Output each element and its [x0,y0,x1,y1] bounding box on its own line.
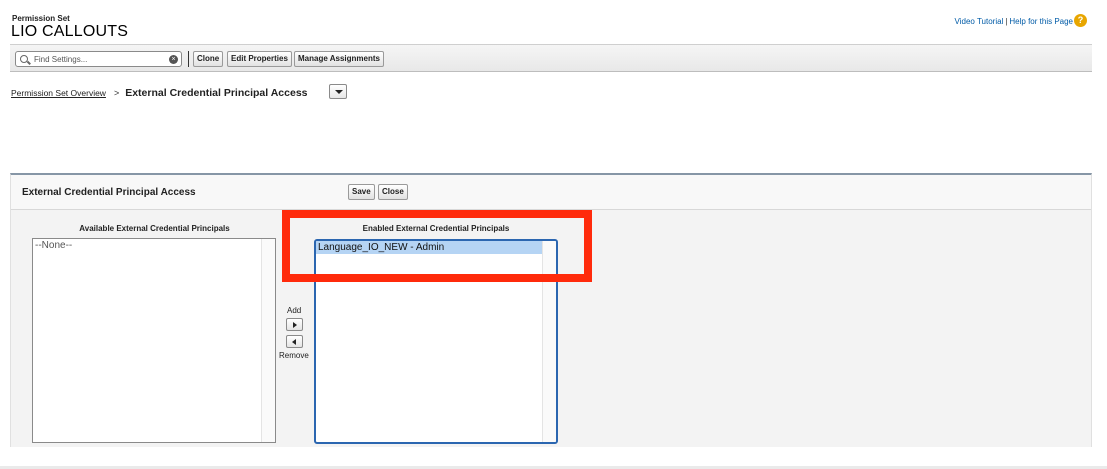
section-dropdown-button[interactable] [329,84,347,99]
close-button[interactable]: Close [378,184,408,200]
permission-set-page: Permission Set LIO CALLOUTS Video Tutori… [0,0,1107,469]
add-label: Add [287,306,302,315]
video-tutorial-link[interactable]: Video Tutorial [955,17,1004,26]
available-principals-label: Available External Credential Principals [79,224,230,233]
principal-access-panel: External Credential Principal Access Sav… [10,173,1092,447]
help-icon[interactable]: ? [1074,14,1087,27]
object-type-label: Permission Set [12,14,70,23]
panel-title: External Credential Principal Access [22,187,196,198]
help-links: Video Tutorial | Help for this Page [955,17,1073,26]
manage-assignments-button[interactable]: Manage Assignments [294,51,384,67]
breadcrumb: Permission Set Overview > External Credent… [11,87,308,99]
save-button[interactable]: Save [348,184,375,200]
toolbar-divider [188,51,189,67]
breadcrumb-permission-set-overview[interactable]: Permission Set Overview [11,88,106,98]
available-listbox-scrollbar[interactable] [261,239,275,442]
clone-button[interactable]: Clone [193,51,224,67]
breadcrumb-separator: > [113,88,120,98]
page-title: LIO CALLOUTS [11,23,129,40]
remove-arrow-button[interactable] [286,335,303,348]
search-icon [20,55,28,63]
help-separator: | [1005,17,1008,26]
help-for-page-link[interactable]: Help for this Page [1009,17,1073,26]
find-settings-search: × [15,51,182,67]
panel-header: External Credential Principal Access Sav… [11,175,1091,210]
add-arrow-button[interactable] [286,318,303,331]
toolbar: × Clone Edit Properties Manage Assignmen… [10,44,1092,72]
clear-search-icon[interactable]: × [169,55,178,64]
enabled-principals-label: Enabled External Credential Principals [362,224,510,233]
enabled-option-language-io-admin[interactable]: Language_IO_NEW - Admin [316,241,542,254]
edit-properties-button[interactable]: Edit Properties [227,51,292,67]
available-principals-listbox[interactable]: --None-- [32,238,276,443]
enabled-principals-listbox[interactable]: Language_IO_NEW - Admin [314,239,558,444]
available-option-none[interactable]: --None-- [33,239,275,252]
find-settings-input[interactable] [34,53,164,65]
breadcrumb-current: External Credential Principal Access [125,87,308,99]
enabled-listbox-scrollbar[interactable] [542,241,556,442]
remove-label: Remove [279,351,309,360]
panel-body: Available External Credential Principals… [11,211,1091,447]
